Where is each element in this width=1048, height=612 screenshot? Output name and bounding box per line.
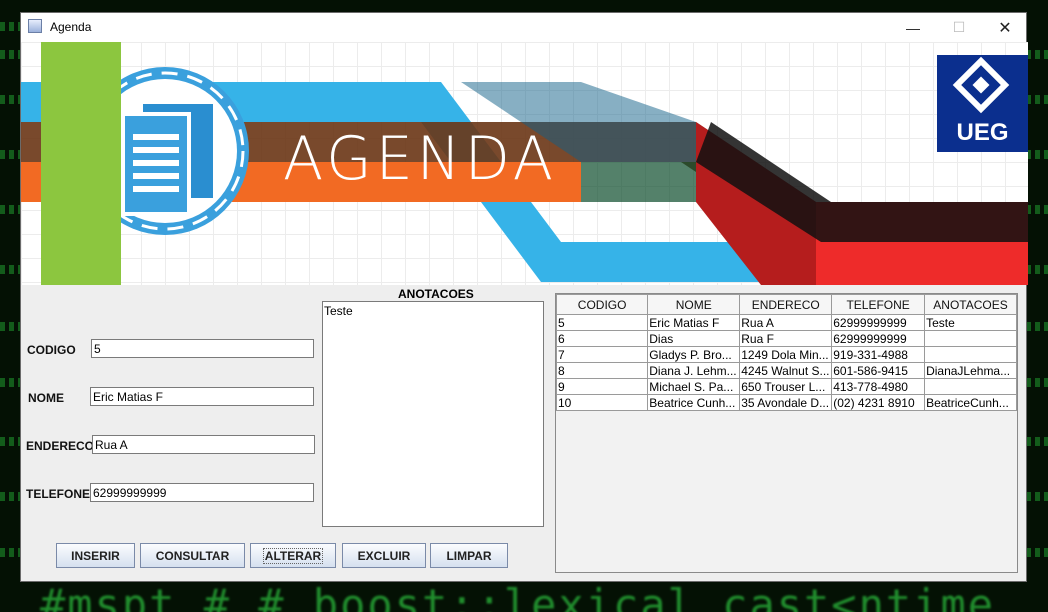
table-cell[interactable]: 7 xyxy=(556,346,649,363)
close-button[interactable]: ✕ xyxy=(982,13,1028,42)
table-cell[interactable] xyxy=(924,378,1017,395)
column-header-telefone[interactable]: TELEFONE xyxy=(831,294,926,315)
table-cell[interactable]: 8 xyxy=(556,362,649,379)
limpar-button-label: LIMPAR xyxy=(446,548,492,563)
telefone-label: TELEFONE xyxy=(26,487,91,501)
table-cell[interactable]: (02) 4231 8910 xyxy=(831,394,926,411)
table-row[interactable]: 6 Dias Rua F 62999999999 xyxy=(556,330,1017,347)
excluir-button-label: EXCLUIR xyxy=(357,548,411,563)
nome-field[interactable]: Eric Matias F xyxy=(90,387,314,406)
table-cell[interactable]: DianaJLehma... xyxy=(924,362,1017,379)
table-cell[interactable]: 62999999999 xyxy=(831,314,926,331)
table-row[interactable]: 10 Beatrice Cunh... 35 Avondale D... (02) 4… xyxy=(556,394,1017,411)
consultar-button[interactable]: CONSULTAR xyxy=(140,543,245,568)
contacts-table[interactable]: CODIGO NOME ENDERECO TELEFONE ANOTACOES 5 Eri… xyxy=(556,294,1017,411)
contacts-table-panel[interactable]: CODIGO NOME ENDERECO TELEFONE ANOTACOES 5 Eri… xyxy=(555,293,1018,573)
codigo-field[interactable]: 5 xyxy=(91,339,314,358)
column-header-codigo[interactable]: CODIGO xyxy=(556,294,649,315)
table-cell[interactable]: Rua A xyxy=(739,314,833,331)
table-cell[interactable]: 1249 Dola Min... xyxy=(739,346,833,363)
alterar-button-label: ALTERAR xyxy=(262,547,324,564)
desktop-code-text: #mspt # # boost::lexical_cast<ntime xyxy=(40,580,996,612)
alterar-button[interactable]: ALTERAR xyxy=(250,543,336,568)
table-cell[interactable] xyxy=(924,330,1017,347)
table-cell[interactable]: 35 Avondale D... xyxy=(739,394,833,411)
anotacoes-label: ANOTACOES xyxy=(398,287,474,301)
consultar-button-label: CONSULTAR xyxy=(155,548,230,563)
column-header-nome[interactable]: NOME xyxy=(647,294,741,315)
table-cell[interactable]: Dias xyxy=(647,330,741,347)
agenda-banner: AGENDA UEG xyxy=(21,42,1028,285)
table-header-row: CODIGO NOME ENDERECO TELEFONE ANOTACOES xyxy=(556,294,1017,315)
agenda-window: Agenda — ☐ ✕ AGENDA UEG CODIGO 5 NOME Er… xyxy=(20,12,1028,582)
table-cell[interactable]: BeatriceCunh... xyxy=(924,394,1017,411)
table-cell[interactable]: 62999999999 xyxy=(831,330,926,347)
table-cell[interactable]: Rua F xyxy=(739,330,833,347)
ueg-logo: UEG xyxy=(937,55,1028,152)
table-cell[interactable] xyxy=(924,346,1017,363)
nome-label: NOME xyxy=(28,391,64,405)
endereco-label: ENDERECO xyxy=(26,439,95,453)
java-app-icon xyxy=(28,19,42,33)
title-bar[interactable]: Agenda — ☐ ✕ xyxy=(21,13,1026,42)
ueg-logo-icon xyxy=(952,56,1010,114)
limpar-button[interactable]: LIMPAR xyxy=(430,543,508,568)
banner-title: AGENDA xyxy=(283,124,557,194)
table-cell[interactable]: 413-778-4980 xyxy=(831,378,926,395)
table-cell[interactable]: Beatrice Cunh... xyxy=(647,394,741,411)
table-cell[interactable]: 4245 Walnut S... xyxy=(739,362,833,379)
minimize-button[interactable]: — xyxy=(890,13,936,42)
table-body[interactable]: 5 Eric Matias F Rua A 62999999999 Teste 6 Dias… xyxy=(556,314,1017,411)
table-cell[interactable]: 6 xyxy=(556,330,649,347)
maximize-button[interactable]: ☐ xyxy=(936,13,982,42)
table-cell[interactable]: 10 xyxy=(556,394,649,411)
endereco-field[interactable]: Rua A xyxy=(92,435,315,454)
window-title: Agenda xyxy=(50,20,92,34)
table-row[interactable]: 9 Michael S. Pa... 650 Trouser L... 413-778… xyxy=(556,378,1017,395)
table-cell[interactable]: 919-331-4988 xyxy=(831,346,926,363)
table-cell[interactable]: Michael S. Pa... xyxy=(647,378,741,395)
inserir-button[interactable]: INSERIR xyxy=(56,543,135,568)
ueg-logo-text: UEG xyxy=(956,119,1009,146)
table-cell[interactable]: Diana J. Lehm... xyxy=(647,362,741,379)
table-cell[interactable]: 5 xyxy=(556,314,649,331)
table-row[interactable]: 8 Diana J. Lehm... 4245 Walnut S... 601-586… xyxy=(556,362,1017,379)
table-cell[interactable]: Teste xyxy=(924,314,1017,331)
anotacoes-textarea[interactable]: Teste xyxy=(322,301,544,527)
excluir-button[interactable]: EXCLUIR xyxy=(342,543,426,568)
table-cell[interactable]: 9 xyxy=(556,378,649,395)
inserir-button-label: INSERIR xyxy=(71,548,120,563)
table-cell[interactable]: Gladys P. Bro... xyxy=(647,346,741,363)
table-row[interactable]: 7 Gladys P. Bro... 1249 Dola Min... 919-331… xyxy=(556,346,1017,363)
table-cell[interactable]: Eric Matias F xyxy=(647,314,741,331)
table-cell[interactable]: 601-586-9415 xyxy=(831,362,926,379)
column-header-endereco[interactable]: ENDERECO xyxy=(739,294,833,315)
codigo-label: CODIGO xyxy=(27,343,76,357)
table-row[interactable]: 5 Eric Matias F Rua A 62999999999 Teste xyxy=(556,314,1017,331)
banner-green-stripe xyxy=(41,42,121,285)
table-cell[interactable]: 650 Trouser L... xyxy=(739,378,833,395)
column-header-anotacoes[interactable]: ANOTACOES xyxy=(924,294,1017,315)
telefone-field[interactable]: 62999999999 xyxy=(90,483,314,502)
